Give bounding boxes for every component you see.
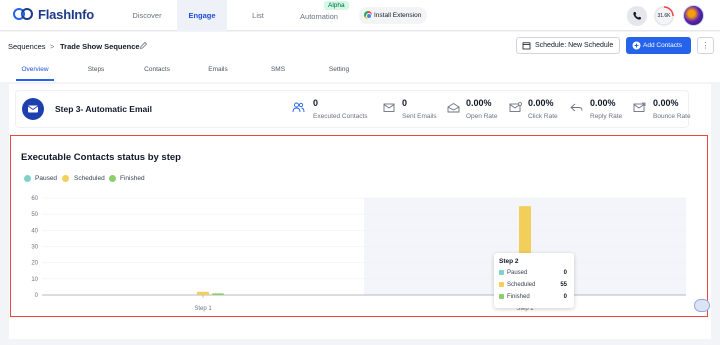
chat-widget-button[interactable] xyxy=(694,299,710,312)
tooltip-paused-label: Paused xyxy=(507,270,528,277)
tooltip-finished-value: 0 xyxy=(563,294,567,300)
tooltip-scheduled-label: Scheduled xyxy=(507,282,536,289)
tooltip-paused-swatch xyxy=(499,270,504,275)
bar-finished-step-1 xyxy=(212,293,224,295)
y-tick-label: 10 xyxy=(31,277,38,283)
x-tick-label: Step 1 xyxy=(194,306,212,312)
tooltip-title: Step 2 xyxy=(499,258,519,265)
chart-tooltip: Step 2 Paused 0 Scheduled 55 Finished 0 xyxy=(494,253,574,308)
y-tick-label: 30 xyxy=(31,245,38,251)
tooltip-finished-label: Finished xyxy=(507,294,530,301)
tooltip-row-finished: Finished 0 xyxy=(499,294,569,300)
y-tick-label: 0 xyxy=(35,293,39,299)
bar-scheduled-step-1 xyxy=(197,291,209,295)
tooltip-finished-swatch xyxy=(499,294,504,299)
y-tick-label: 20 xyxy=(31,261,38,267)
tooltip-row-scheduled: Scheduled 55 xyxy=(499,282,569,288)
y-tick-label: 40 xyxy=(31,228,38,234)
y-tick-label: 50 xyxy=(31,212,38,218)
bar-chart: 0 10 20 30 40 50 60 Step 1 Step 2 xyxy=(31,196,686,312)
y-tick-label: 60 xyxy=(31,196,38,202)
tooltip-row-paused: Paused 0 xyxy=(499,270,569,276)
tooltip-scheduled-value: 55 xyxy=(560,282,567,288)
tooltip-scheduled-swatch xyxy=(499,282,504,287)
tooltip-paused-value: 0 xyxy=(563,270,567,276)
